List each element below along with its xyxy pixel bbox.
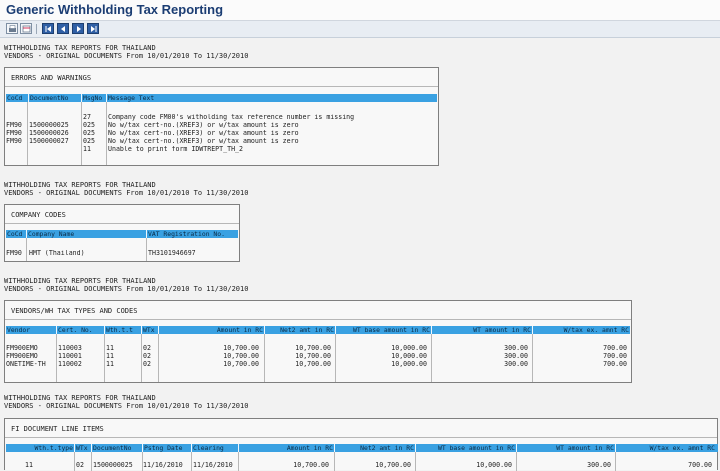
column-header[interactable]: Cert. No. (57, 326, 104, 334)
errors-title: ERRORS AND WARNINGS (11, 74, 92, 82)
divider (5, 86, 438, 87)
report-header-line2: VENDORS - ORIGINAL DOCUMENTS From 10/01/… (4, 285, 249, 293)
column-divider (74, 452, 75, 471)
column-divider (191, 452, 192, 471)
column-header[interactable]: Message Text (107, 94, 407, 102)
column-divider (146, 238, 147, 261)
title-bar: Generic Withholding Tax Reporting (0, 0, 720, 21)
column-header[interactable]: Wth.t.t (105, 326, 141, 334)
vendors-panel: VENDORS/WH TAX TYPES AND CODES Vendor Ce… (4, 300, 632, 383)
column-header[interactable]: WT amount in RC (517, 444, 615, 452)
column-divider (81, 102, 82, 165)
column-header[interactable]: WTx (75, 444, 91, 452)
report-header-line1: WITHHOLDING TAX REPORTS FOR THAILAND (4, 181, 156, 189)
vendors-column-header: Vendor Cert. No. Wth.t.t WTx Amount in R… (6, 326, 630, 334)
company-codes-column-header: CoCd Company Name VAT Registration No. (6, 230, 238, 238)
column-divider (141, 334, 142, 382)
column-header[interactable]: CoCd (6, 94, 28, 102)
report-header-line1: WITHHOLDING TAX REPORTS FOR THAILAND (4, 44, 156, 52)
column-header[interactable]: Clearing (192, 444, 238, 452)
errors-panel: ERRORS AND WARNINGS CoCd DocumentNo MsgN… (4, 67, 439, 166)
vendors-title: VENDORS/WH TAX TYPES AND CODES (11, 307, 138, 315)
column-header[interactable]: WT amount in RC (432, 326, 532, 334)
column-header[interactable]: W/tax ex. amnt RC (533, 326, 630, 334)
column-header[interactable]: Wth.t.type (6, 444, 74, 452)
next-page-icon[interactable] (72, 23, 84, 34)
column-header[interactable]: Amount in RC (239, 444, 334, 452)
column-divider (56, 334, 57, 382)
column-header[interactable]: WT base amount in RC (336, 326, 431, 334)
column-divider (104, 334, 105, 382)
column-header[interactable]: DocumentNo (29, 94, 81, 102)
column-header[interactable]: DocumentNo (92, 444, 142, 452)
last-page-icon[interactable] (87, 23, 99, 34)
company-codes-title: COMPANY CODES (11, 211, 66, 219)
column-header[interactable]: VAT Registration No. (147, 230, 238, 238)
divider (5, 437, 717, 438)
column-divider (106, 102, 107, 165)
divider (5, 319, 631, 320)
column-divider (27, 102, 28, 165)
print-icon[interactable] (6, 23, 18, 34)
fi-items-panel: FI DOCUMENT LINE ITEMS Wth.t.type WTx Do… (4, 418, 718, 471)
column-header[interactable]: Company Name (27, 230, 146, 238)
toolbar-divider (36, 24, 37, 34)
report-header-line1: WITHHOLDING TAX REPORTS FOR THAILAND (4, 394, 156, 402)
column-header[interactable]: CoCd (6, 230, 26, 238)
company-codes-panel: COMPANY CODES CoCd Company Name VAT Regi… (4, 204, 240, 262)
column-header[interactable]: WTx (142, 326, 158, 334)
errors-column-header: CoCd DocumentNo MsgNo Message Text (6, 94, 437, 102)
layout-icon[interactable] (20, 23, 32, 34)
divider (5, 223, 239, 224)
column-header[interactable]: Pstng Date (143, 444, 191, 452)
first-page-icon[interactable] (42, 23, 54, 34)
column-header[interactable]: Net2 amt in RC (335, 444, 415, 452)
column-header[interactable]: MsgNo (82, 94, 106, 102)
fi-items-title: FI DOCUMENT LINE ITEMS (11, 425, 104, 433)
column-header[interactable]: Amount in RC (159, 326, 264, 334)
page-title: Generic Withholding Tax Reporting (6, 2, 224, 17)
column-divider (91, 452, 92, 471)
column-header[interactable]: WT base amount in RC (416, 444, 516, 452)
column-header[interactable]: Vendor (6, 326, 56, 334)
report-header-line1: WITHHOLDING TAX REPORTS FOR THAILAND (4, 277, 156, 285)
previous-page-icon[interactable] (57, 23, 69, 34)
report-header-line2: VENDORS - ORIGINAL DOCUMENTS From 10/01/… (4, 52, 249, 60)
column-divider (26, 238, 27, 261)
toolbar (0, 21, 720, 38)
fi-items-column-header: Wth.t.type WTx DocumentNo Pstng Date Cle… (6, 444, 718, 452)
report-header-line2: VENDORS - ORIGINAL DOCUMENTS From 10/01/… (4, 189, 249, 197)
column-header[interactable]: Net2 amt in RC (265, 326, 335, 334)
column-header[interactable]: W/tax ex. amnt RC (616, 444, 716, 452)
report-header-line2: VENDORS - ORIGINAL DOCUMENTS From 10/01/… (4, 402, 249, 410)
